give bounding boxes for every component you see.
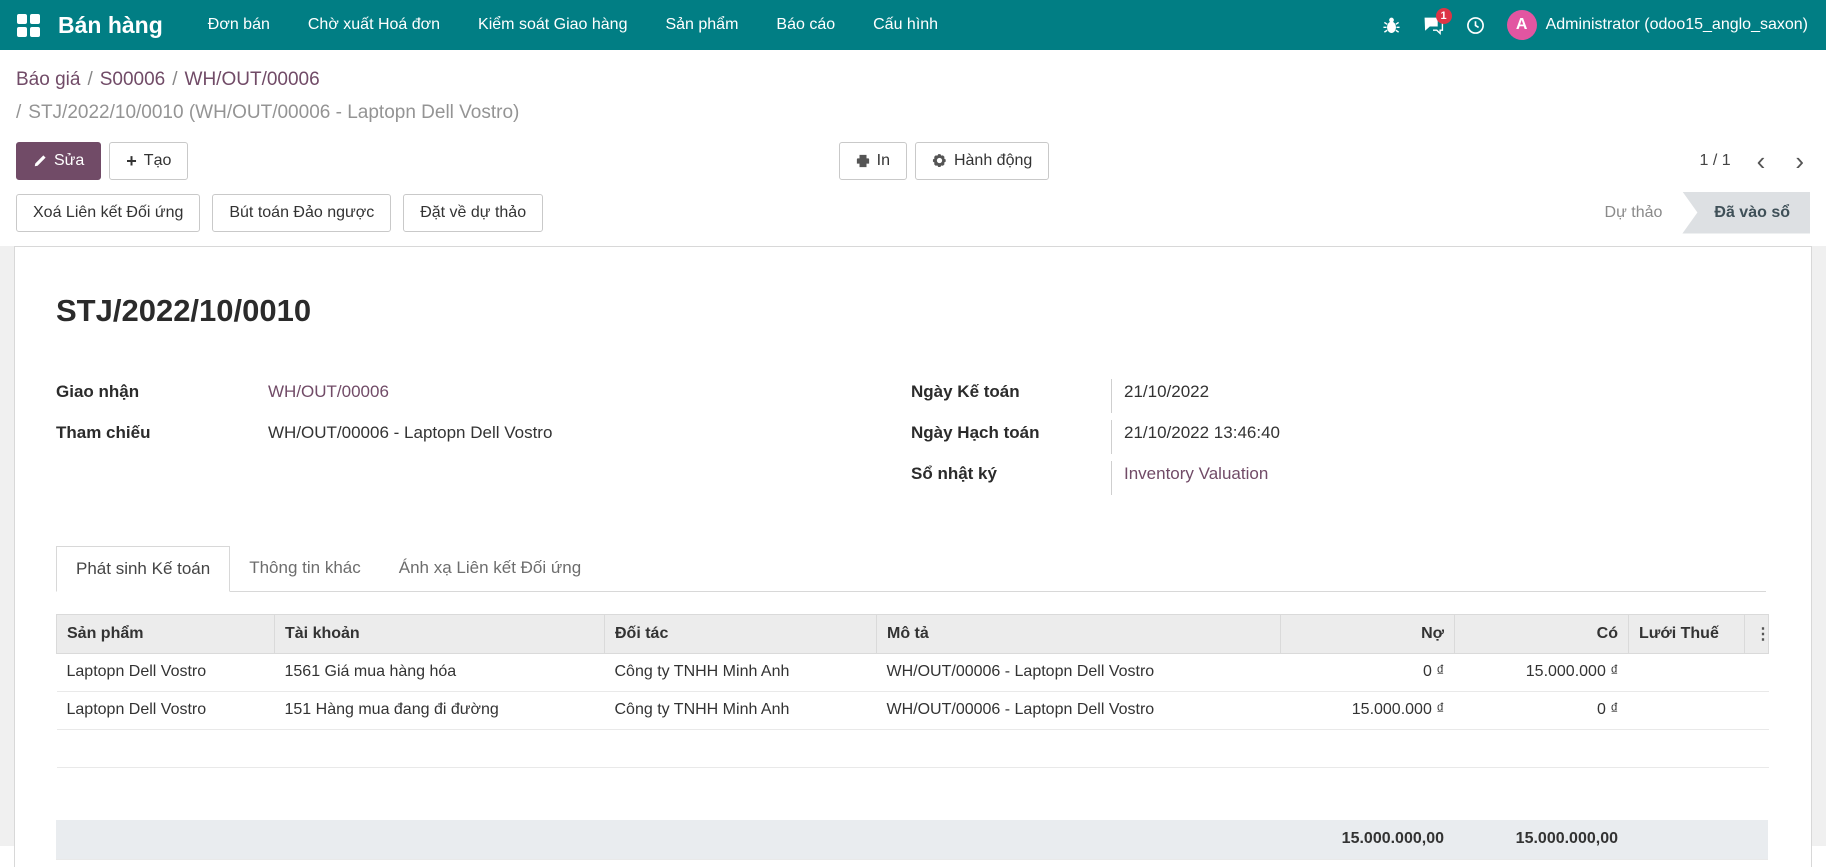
form-content: STJ/2022/10/0010 Giao nhận WH/OUT/00006 … <box>0 246 1826 846</box>
status-row: Xoá Liên kết Đối ứng Bút toán Đảo ngược … <box>0 190 1826 246</box>
apps-menu-button[interactable] <box>0 0 56 50</box>
edit-button-label: Sửa <box>54 152 84 170</box>
action-button[interactable]: Hành động <box>915 142 1049 180</box>
totals-row: 15.000.000,00 15.000.000,00 <box>56 820 1768 861</box>
navbar-systray: 1 A Administrator (odoo15_anglo_saxon) <box>1371 0 1826 50</box>
pager-previous-icon[interactable]: ‹ <box>1753 148 1770 174</box>
create-button[interactable]: + Tạo <box>109 142 188 180</box>
breadcrumb-separator: / <box>87 69 92 90</box>
col-header-account: Tài khoản <box>275 614 605 653</box>
messages-count-badge: 1 <box>1436 8 1452 24</box>
breadcrumb-separator: / <box>16 102 21 123</box>
user-avatar[interactable]: A <box>1507 10 1537 40</box>
pager-text: 1 / 1 <box>1700 152 1731 170</box>
nav-menu-orders[interactable]: Đơn bán <box>189 0 289 50</box>
cell-debit: 0 ₫ <box>1281 653 1455 691</box>
breadcrumb: Báo giá / S00006 / WH/OUT/00006 / STJ/2022/10… <box>0 50 1826 134</box>
print-button[interactable]: In <box>839 142 907 180</box>
tab-other-info[interactable]: Thông tin khác <box>230 546 380 591</box>
breadcrumb-current: STJ/2022/10/0010 (WH/OUT/00006 - Laptopn… <box>28 102 519 123</box>
col-header-product: Sản phẩm <box>57 614 275 653</box>
field-value-accounting-date: 21/10/2022 <box>1111 379 1209 413</box>
app-name[interactable]: Bán hàng <box>58 12 163 39</box>
breadcrumb-line-2: / STJ/2022/10/0010 (WH/OUT/00006 - Laptop… <box>16 96 1810 129</box>
pager: 1 / 1 ‹ › <box>1700 148 1808 174</box>
cell-tax-grid <box>1629 691 1745 729</box>
cell-partner: Công ty TNHH Minh Anh <box>605 691 877 729</box>
print-button-label: In <box>877 152 890 170</box>
user-menu[interactable]: Administrator (odoo15_anglo_saxon) <box>1546 16 1808 34</box>
cell-partner: Công ty TNHH Minh Anh <box>605 653 877 691</box>
pencil-icon <box>33 154 47 168</box>
breadcrumb-line-1: Báo giá / S00006 / WH/OUT/00006 <box>16 63 1810 96</box>
apps-grid-icon <box>17 14 40 37</box>
table-row[interactable]: Laptopn Dell Vostro 1561 Giá mua hàng hó… <box>57 653 1769 691</box>
breadcrumb-link-sale-order[interactable]: S00006 <box>100 69 166 90</box>
remove-reconciliation-button[interactable]: Xoá Liên kết Đối ứng <box>16 194 200 232</box>
field-value-reference: WH/OUT/00006 - Laptopn Dell Vostro <box>268 420 552 443</box>
field-label-accounting-date: Ngày Kế toán <box>911 379 1111 402</box>
field-label-reference: Tham chiếu <box>56 420 268 443</box>
status-stage-draft[interactable]: Dự thảo <box>1585 192 1683 234</box>
gear-icon <box>932 153 947 168</box>
breadcrumb-separator: / <box>172 69 177 90</box>
table-header-row: Sản phẩm Tài khoản Đối tác Mô tả Nợ Có L… <box>57 614 1769 653</box>
total-debit: 15.000.000,00 <box>1280 820 1454 860</box>
cell-account: 151 Hàng mua đang đi đường <box>275 691 605 729</box>
cell-account: 1561 Giá mua hàng hóa <box>275 653 605 691</box>
field-label-delivery: Giao nhận <box>56 379 268 402</box>
breadcrumb-link-delivery[interactable]: WH/OUT/00006 <box>185 69 320 90</box>
nav-menu-delivery-control[interactable]: Kiểm soát Giao hàng <box>459 0 646 50</box>
reset-to-draft-button[interactable]: Đặt về dự thảo <box>403 194 543 232</box>
cell-debit: 15.000.000 ₫ <box>1281 691 1455 729</box>
notebook-tabs: Phát sinh Kế toán Thông tin khác Ánh xạ … <box>56 546 1766 592</box>
cell-credit: 0 ₫ <box>1455 691 1629 729</box>
field-groups: Giao nhận WH/OUT/00006 Tham chiếu WH/OUT… <box>56 379 1766 502</box>
total-credit: 15.000.000,00 <box>1454 820 1628 860</box>
statusbar: Dự thảo Đã vào sổ <box>1585 192 1810 234</box>
field-label-journal: Sổ nhật ký <box>911 461 1111 484</box>
plus-icon: + <box>126 152 137 170</box>
cell-product: Laptopn Dell Vostro <box>57 691 275 729</box>
col-header-partner: Đối tác <box>605 614 877 653</box>
cell-credit: 15.000.000 ₫ <box>1455 653 1629 691</box>
field-value-delivery-link[interactable]: WH/OUT/00006 <box>268 382 389 401</box>
cell-product: Laptopn Dell Vostro <box>57 653 275 691</box>
col-header-credit: Có <box>1455 614 1629 653</box>
pager-next-icon[interactable]: › <box>1791 148 1808 174</box>
top-navbar: Bán hàng Đơn bán Chờ xuất Hoá đơn Kiểm s… <box>0 0 1826 50</box>
create-button-label: Tạo <box>144 152 172 170</box>
col-header-tax-grid: Lưới Thuế <box>1629 614 1745 653</box>
reverse-entry-button[interactable]: Bút toán Đảo ngược <box>212 194 391 232</box>
form-sheet: STJ/2022/10/0010 Giao nhận WH/OUT/00006 … <box>14 246 1812 867</box>
edit-button[interactable]: Sửa <box>16 142 101 180</box>
cell-label: WH/OUT/00006 - Laptopn Dell Vostro <box>877 691 1281 729</box>
table-row[interactable]: Laptopn Dell Vostro 151 Hàng mua đang đi… <box>57 691 1769 729</box>
activities-clock-icon[interactable] <box>1455 0 1497 50</box>
form-toolbar: Sửa + Tạo In Hành động 1 / 1 ‹ › <box>0 134 1826 190</box>
status-stage-posted[interactable]: Đã vào sổ <box>1682 192 1810 234</box>
nav-menu-to-invoice[interactable]: Chờ xuất Hoá đơn <box>289 0 459 50</box>
nav-menu-products[interactable]: Sản phẩm <box>646 0 757 50</box>
column-options-icon[interactable]: ⋮ <box>1745 614 1769 653</box>
field-label-posting-date: Ngày Hạch toán <box>911 420 1111 443</box>
cell-tax-grid <box>1629 653 1745 691</box>
field-value-journal-link[interactable]: Inventory Valuation <box>1124 464 1268 483</box>
col-header-debit: Nợ <box>1281 614 1455 653</box>
messages-icon[interactable]: 1 <box>1413 0 1455 50</box>
field-value-posting-date: 21/10/2022 13:46:40 <box>1111 420 1280 454</box>
cell-label: WH/OUT/00006 - Laptopn Dell Vostro <box>877 653 1281 691</box>
col-header-label: Mô tả <box>877 614 1281 653</box>
action-button-label: Hành động <box>954 152 1032 170</box>
table-empty-row <box>57 729 1769 767</box>
document-title: STJ/2022/10/0010 <box>56 293 1766 329</box>
tab-reconciliation-mapping[interactable]: Ánh xạ Liên kết Đối ứng <box>380 546 600 591</box>
breadcrumb-link-quotations[interactable]: Báo giá <box>16 69 80 90</box>
printer-icon <box>856 154 870 168</box>
debug-bug-icon[interactable] <box>1371 0 1413 50</box>
nav-menu-reporting[interactable]: Báo cáo <box>757 0 854 50</box>
journal-items-table: Sản phẩm Tài khoản Đối tác Mô tả Nợ Có L… <box>56 614 1769 768</box>
tab-journal-items[interactable]: Phát sinh Kế toán <box>56 546 230 592</box>
nav-menu-configuration[interactable]: Cấu hình <box>854 0 957 50</box>
